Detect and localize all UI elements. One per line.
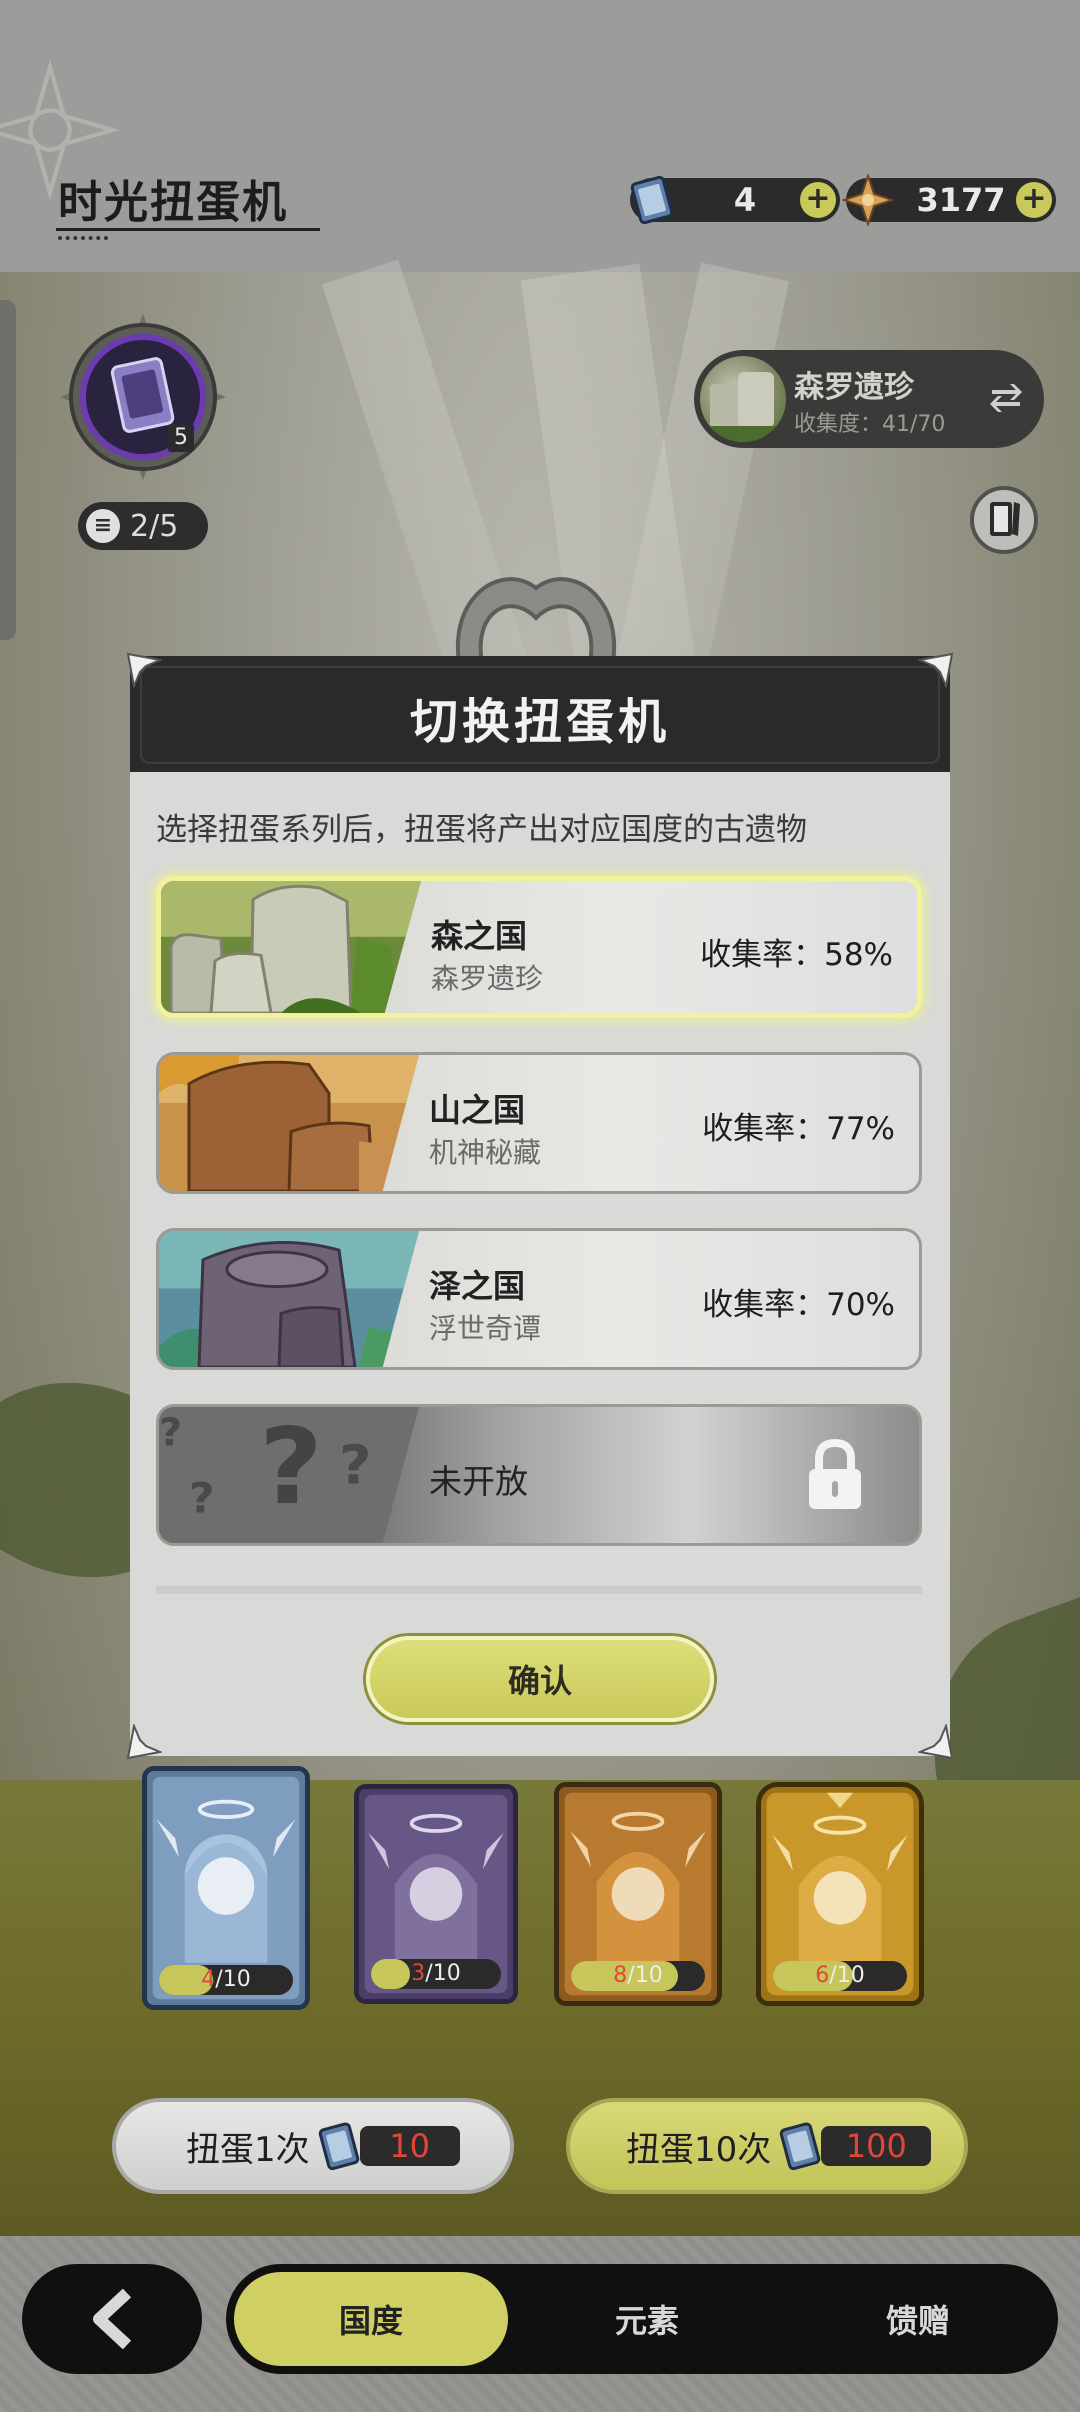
option-country-name: 山之国 bbox=[429, 1091, 526, 1129]
draw-ten-cost: 100 bbox=[821, 2126, 932, 2166]
option-country-name: 森之国 bbox=[431, 917, 528, 955]
option-country-name: 泽之国 bbox=[429, 1267, 526, 1305]
option-forest-country[interactable]: 森之国 森罗遗珍 收集率：58% bbox=[156, 876, 922, 1018]
option-locked[interactable]: ? ? ? ? 未开放 bbox=[156, 1404, 922, 1546]
card-progress: 6/10 bbox=[773, 1961, 907, 1991]
unknown-art: ? ? ? ? bbox=[159, 1407, 419, 1543]
corner-ornament-icon bbox=[126, 1724, 162, 1760]
dialog-description: 选择扭蛋系列后，扭蛋将产出对应国度的古遗物 bbox=[156, 812, 807, 848]
level-badge-icon[interactable] bbox=[58, 312, 228, 482]
level-count-text: 2/5 bbox=[130, 508, 179, 544]
card-progress-total: /10 bbox=[829, 1963, 865, 1988]
svg-text:?: ? bbox=[189, 1474, 215, 1523]
lock-icon bbox=[809, 1438, 861, 1509]
confirm-button[interactable]: 确认 bbox=[366, 1636, 714, 1722]
list-icon: ≡ bbox=[86, 509, 120, 543]
tab-country[interactable]: 国度 bbox=[234, 2272, 508, 2366]
option-series-name: 森罗遗珍 bbox=[431, 962, 544, 995]
swap-icon bbox=[990, 384, 1022, 412]
side-drawer-handle[interactable] bbox=[0, 300, 16, 640]
card-progress-current: 8 bbox=[613, 1963, 628, 1988]
draw-once-cost: 10 bbox=[359, 2126, 460, 2166]
list-divider bbox=[156, 1586, 922, 1594]
angel-card-purple[interactable]: 3/10 bbox=[354, 1784, 518, 2004]
title-underline bbox=[56, 228, 320, 231]
mountain-art bbox=[159, 1055, 419, 1191]
ticket-icon bbox=[630, 175, 674, 225]
option-series-name: 机神秘藏 bbox=[429, 1136, 542, 1169]
corner-ornament-icon bbox=[918, 652, 954, 688]
option-collection-rate: 收集率：77% bbox=[702, 1111, 895, 1147]
forest-art bbox=[161, 881, 421, 1013]
current-series-button[interactable]: 森罗遗珍 收集度：41/70 bbox=[694, 350, 1044, 448]
header-background bbox=[0, 0, 1080, 272]
draw-ten-button[interactable]: 扭蛋10次 100 bbox=[566, 2098, 968, 2194]
gem-count: 3177 bbox=[916, 181, 1006, 219]
tab-element[interactable]: 元素 bbox=[512, 2272, 782, 2366]
card-progress: 8/10 bbox=[571, 1961, 705, 1991]
option-mountain-country[interactable]: 山之国 机神秘藏 收集率：77% bbox=[156, 1052, 922, 1194]
switch-machine-dialog: 切换扭蛋机 选择扭蛋系列后，扭蛋将产出对应国度的古遗物 森之国 森罗遗珍 收集率… bbox=[130, 656, 950, 1756]
svg-text:?: ? bbox=[339, 1434, 371, 1497]
angel-card-gold[interactable]: 6/10 bbox=[756, 1782, 924, 2006]
ticket-currency: 4 + bbox=[630, 175, 840, 225]
option-collection-rate: 收集率：58% bbox=[700, 937, 893, 973]
card-progress-total: /10 bbox=[425, 1961, 461, 1986]
title-dots bbox=[58, 236, 108, 240]
draw-once-button[interactable]: 扭蛋1次 10 bbox=[112, 2098, 514, 2194]
dialog-header: 切换扭蛋机 bbox=[130, 656, 950, 772]
ticket-icon bbox=[318, 2122, 359, 2171]
card-progress-total: /10 bbox=[627, 1963, 663, 1988]
card-progress-current: 3 bbox=[411, 1961, 426, 1986]
card-progress-fill bbox=[371, 1959, 410, 1989]
level-count[interactable]: ≡ 2/5 bbox=[78, 502, 208, 550]
dialog-title: 切换扭蛋机 bbox=[409, 694, 670, 750]
corner-ornament-icon bbox=[126, 652, 162, 688]
handbook-icon[interactable] bbox=[970, 486, 1038, 554]
tab-gift[interactable]: 馈赠 bbox=[786, 2272, 1050, 2366]
card-progress-current: 6 bbox=[815, 1963, 830, 1988]
level-badge-number: 5 bbox=[174, 425, 188, 450]
svg-text:?: ? bbox=[259, 1407, 323, 1528]
page-title: 时光扭蛋机 bbox=[58, 177, 288, 228]
marsh-art bbox=[159, 1231, 419, 1367]
angel-card-blue[interactable]: 4/10 bbox=[142, 1766, 310, 2010]
draw-once-label: 扭蛋1次 bbox=[186, 2129, 310, 2170]
ticket-count: 4 bbox=[733, 181, 757, 219]
card-progress-total: /10 bbox=[215, 1967, 251, 1992]
draw-ten-label: 扭蛋10次 bbox=[626, 2129, 772, 2170]
add-gem-button[interactable]: + bbox=[1016, 182, 1052, 218]
corner-ornament-icon bbox=[918, 1724, 954, 1760]
angel-card-orange[interactable]: 8/10 bbox=[554, 1782, 722, 2006]
card-progress: 3/10 bbox=[371, 1959, 501, 1989]
svg-text:?: ? bbox=[159, 1411, 182, 1455]
gem-currency: 3177 + bbox=[840, 172, 1056, 228]
option-collection-rate: 收集率：70% bbox=[702, 1287, 895, 1323]
card-progress: 4/10 bbox=[159, 1965, 293, 1995]
back-button[interactable] bbox=[22, 2264, 202, 2374]
card-progress-current: 4 bbox=[201, 1967, 216, 1992]
option-marsh-country[interactable]: 泽之国 浮世奇谭 收集率：70% bbox=[156, 1228, 922, 1370]
gem-icon bbox=[840, 172, 896, 228]
option-series-name: 浮世奇谭 bbox=[429, 1312, 542, 1345]
ticket-icon bbox=[780, 2122, 821, 2171]
tab-bar: 国度 元素 馈赠 bbox=[226, 2264, 1058, 2374]
series-collection: 收集度：41/70 bbox=[794, 412, 946, 437]
back-arrow-icon bbox=[93, 2289, 132, 2349]
locked-label: 未开放 bbox=[429, 1462, 528, 1501]
series-thumbnail bbox=[700, 356, 786, 442]
add-ticket-button[interactable]: + bbox=[800, 182, 836, 218]
series-name: 森罗遗珍 bbox=[794, 370, 914, 405]
